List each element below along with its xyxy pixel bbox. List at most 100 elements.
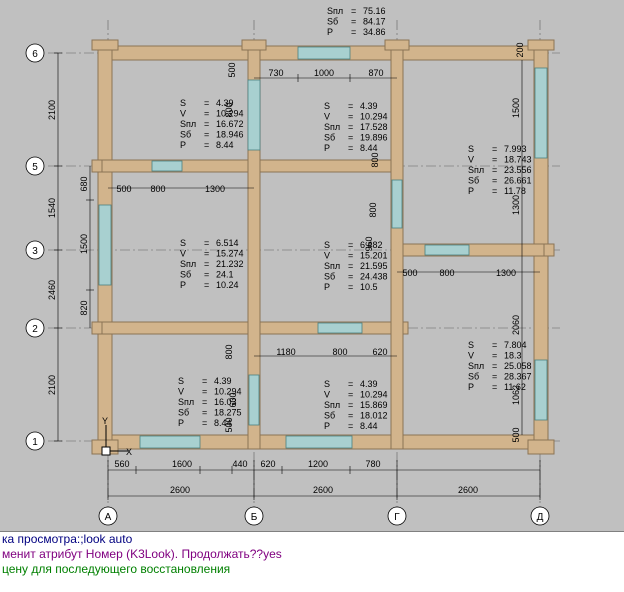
room-attr-value: 34.86 <box>363 27 386 37</box>
command-history-line-1: ка просмотра:;look auto <box>2 532 133 546</box>
dim-top-1: 730 <box>268 68 283 78</box>
axis-label-b: Б <box>251 512 258 523</box>
dim-top-3: 870 <box>368 68 383 78</box>
dim-inner-11: 2060 <box>511 315 521 335</box>
room-attr-eq: = <box>204 109 209 119</box>
dim-top-2: 1000 <box>314 68 334 78</box>
room-3-attr: Sб = 19.896 <box>324 133 388 143</box>
dim-left-5: 680 <box>79 176 89 191</box>
room-attr-eq: = <box>348 133 353 143</box>
room-7-attr: V = 18.3 <box>468 351 522 361</box>
room-3-attr: Sпл = 17.528 <box>324 122 388 132</box>
room-attr-value: 4.39 <box>360 101 378 111</box>
room-4-attr: Sпл = 23.556 <box>468 165 532 175</box>
room-attr-eq: = <box>348 282 353 292</box>
dim-left-4: 2100 <box>47 375 57 395</box>
room-attr-key: P <box>324 282 330 292</box>
room-attr-value: 18.743 <box>504 155 532 165</box>
room-attr-value: 6.482 <box>360 240 383 250</box>
room-attr-value: 4.39 <box>360 379 378 389</box>
command-history-line-3: цену для последующего восстановления <box>2 562 231 576</box>
room-attr-eq: = <box>204 119 209 129</box>
room-attr-key: V <box>180 249 186 259</box>
room-attr-key: S <box>180 98 186 108</box>
room-attr-key: V <box>468 351 474 361</box>
room-2-attr: Sб = 18.946 <box>180 130 244 140</box>
room-attr-key: Sб <box>180 270 191 280</box>
room-attr-eq: = <box>204 130 209 140</box>
room-7-attr: Sпл = 25.058 <box>468 361 532 371</box>
room-6-attr: P = 10.5 <box>324 282 378 292</box>
room-attr-value: 10.294 <box>214 387 242 397</box>
room-attr-eq: = <box>204 280 209 290</box>
room-9-attr: Sб = 18.012 <box>324 411 388 421</box>
dim-inner-5: 1180 <box>276 347 295 357</box>
room-attr-value: 25.058 <box>504 361 532 371</box>
room-attr-eq: = <box>492 361 497 371</box>
dim-bottom-9: 2600 <box>458 485 478 495</box>
floor-plan[interactable]: 6 5 3 2 1 А Б Г Д 2100 1540 2460 2100 68… <box>0 0 624 531</box>
room-9-attr: V = 10.294 <box>324 390 388 400</box>
room-attr-value: 23.556 <box>504 165 532 175</box>
room-attr-key: V <box>324 251 330 261</box>
walls <box>91 39 555 455</box>
room-5-attr: Sб = 24.1 <box>180 270 234 280</box>
room-4-attr: V = 18.743 <box>468 155 532 165</box>
room-attr-value: 24.438 <box>360 272 388 282</box>
room-attr-eq: = <box>351 6 356 16</box>
room-6-attr: Sпл = 21.595 <box>324 261 388 271</box>
room-attr-eq: = <box>492 372 497 382</box>
room-attr-key: S <box>324 101 330 111</box>
dim-inner-3: 1300 <box>205 184 225 194</box>
room-attr-value: 21.595 <box>360 261 388 271</box>
room-attr-eq: = <box>202 397 207 407</box>
dim-inner-2: 800 <box>150 184 165 194</box>
ucs-y-label: Y <box>102 416 108 426</box>
room-attr-eq: = <box>351 17 356 27</box>
room-attr-value: 24.1 <box>216 270 234 280</box>
room-attr-eq: = <box>348 272 353 282</box>
command-line[interactable]: ка просмотра:;look auto менит атрибут Но… <box>0 531 624 592</box>
room-2-attr: Sпл = 16.672 <box>180 119 244 129</box>
dim-inner-1: 500 <box>116 184 131 194</box>
room-attr-eq: = <box>348 411 353 421</box>
room-attr-key: Sпл <box>327 6 343 16</box>
room-attr-value: 8.44 <box>360 143 378 153</box>
room-attr-value: 19.896 <box>360 133 388 143</box>
room-3-attr: P = 8.44 <box>324 143 378 153</box>
room-9-attr: S = 4.39 <box>324 379 378 389</box>
dim-inner-13: 500 <box>511 427 521 442</box>
dim-left-6: 1500 <box>79 234 89 254</box>
room-attr-value: 15.274 <box>216 249 244 259</box>
room-attr-eq: = <box>492 176 497 186</box>
room-attr-key: P <box>178 418 184 428</box>
room-attr-eq: = <box>202 387 207 397</box>
room-attr-value: 10.5 <box>360 282 378 292</box>
dim-bottom-8: 2600 <box>313 485 333 495</box>
room-1-attr: Sб = 84.17 <box>327 17 386 27</box>
room-attr-key: Sб <box>324 411 335 421</box>
room-attr-key: Sпл <box>324 261 340 271</box>
room-attr-value: 15.869 <box>360 400 388 410</box>
room-5-attr: S = 6.514 <box>180 238 239 248</box>
command-history-line-2: менит атрибут Номер (K3Look). Продолжать… <box>2 547 282 561</box>
room-attr-key: P <box>327 27 333 37</box>
room-attr-eq: = <box>204 270 209 280</box>
dim-bottom-3: 440 <box>232 459 247 469</box>
room-attr-key: S <box>324 240 330 250</box>
room-1-attr: Sпл = 75.16 <box>327 6 386 16</box>
drawing-canvas[interactable]: 6 5 3 2 1 А Б Г Д 2100 1540 2460 2100 68… <box>0 0 624 531</box>
room-7-attr: P = 11.62 <box>468 382 526 392</box>
room-attr-value: 4.39 <box>216 98 234 108</box>
room-attr-key: Sпл <box>324 400 340 410</box>
room-attr-eq: = <box>348 390 353 400</box>
dim-text-bottom: 560 1600 440 620 1200 780 2600 2600 2600 <box>114 459 478 495</box>
room-attr-eq: = <box>204 238 209 248</box>
room-attr-key: S <box>324 379 330 389</box>
room-attr-value: 15.201 <box>360 251 388 261</box>
room-attr-key: P <box>468 186 474 196</box>
room-attr-eq: = <box>348 143 353 153</box>
dim-bottom-7: 2600 <box>170 485 190 495</box>
room-2-attr: P = 8.44 <box>180 140 234 150</box>
room-8-attr: V = 10.294 <box>178 387 242 397</box>
